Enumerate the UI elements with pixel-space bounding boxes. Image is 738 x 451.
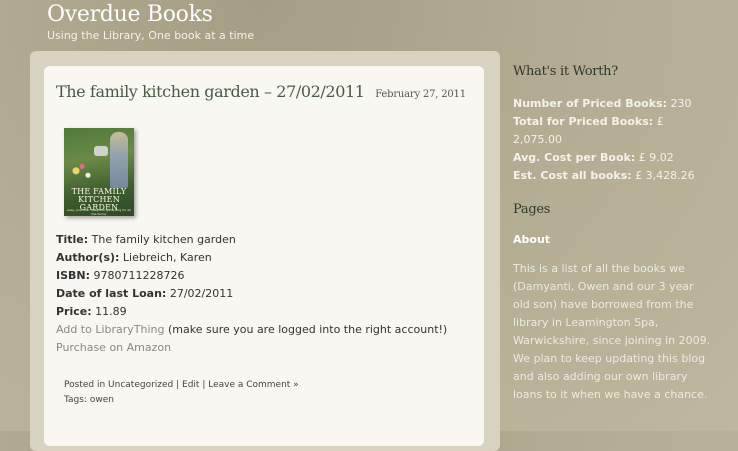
edit-link[interactable]: Edit bbox=[182, 380, 199, 390]
site-tagline: Using the Library, One book at a time bbox=[47, 29, 255, 42]
flowers-icon bbox=[67, 162, 97, 184]
detail-price: Price: 11.89 bbox=[56, 305, 127, 318]
stat-total-priced: Total for Priced Books: £ 2,075.00 bbox=[513, 115, 664, 146]
worth-stats: Number of Priced Books: 230 Total for Pr… bbox=[513, 95, 713, 185]
post-footer: Posted in Uncategorized | Edit | Leave a… bbox=[64, 380, 299, 405]
cover-figure bbox=[110, 132, 128, 188]
purchase-on-amazon-link[interactable]: Purchase on Amazon bbox=[56, 341, 171, 354]
post-title[interactable]: The family kitchen garden – 27/02/2011 F… bbox=[56, 82, 466, 101]
stat-est-cost: Est. Cost all books: £ 3,428.26 bbox=[513, 169, 695, 182]
tag-link[interactable]: owen bbox=[90, 395, 114, 405]
site-title[interactable]: Overdue Books bbox=[47, 2, 213, 27]
category-link[interactable]: Uncategorized bbox=[108, 380, 173, 390]
add-to-librarything-link[interactable]: Add to LibraryThing bbox=[56, 323, 165, 336]
about-text: This is a list of all the books we (Damy… bbox=[513, 262, 711, 401]
detail-last-loan: Date of last Loan: 27/02/2011 bbox=[56, 287, 234, 300]
book-details: Title: The family kitchen garden Author(… bbox=[56, 231, 496, 357]
watering-can-icon bbox=[94, 146, 108, 156]
post-title-text[interactable]: The family kitchen garden – 27/02/2011 bbox=[56, 82, 365, 101]
detail-authors: Author(s): Liebreich, Karen bbox=[56, 251, 212, 264]
about-link[interactable]: About bbox=[513, 233, 728, 246]
librarything-row: Add to LibraryThing (make sure you are l… bbox=[56, 321, 496, 339]
detail-isbn: ISBN: 9780711228726 bbox=[56, 269, 185, 282]
amazon-row: Purchase on Amazon bbox=[56, 339, 496, 357]
detail-title: Title: The family kitchen garden bbox=[56, 233, 236, 246]
pages-heading: Pages bbox=[513, 202, 551, 217]
stat-priced-books: Number of Priced Books: 230 bbox=[513, 97, 692, 110]
stat-avg-cost: Avg. Cost per Book: £ 9.02 bbox=[513, 151, 674, 164]
leave-comment-link[interactable]: Leave a Comment » bbox=[208, 380, 298, 390]
book-cover-image[interactable]: THE FAMILY KITCHEN GARDEN easy, practica… bbox=[64, 128, 134, 216]
sidebar: What's it Worth? Number of Priced Books:… bbox=[513, 64, 728, 404]
worth-heading: What's it Worth? bbox=[513, 64, 618, 79]
cover-subtitle: easy, practical, delightful gardening fo… bbox=[67, 208, 131, 216]
post-date: February 27, 2011 bbox=[375, 89, 466, 100]
librarything-note: (make sure you are logged into the right… bbox=[168, 323, 448, 336]
